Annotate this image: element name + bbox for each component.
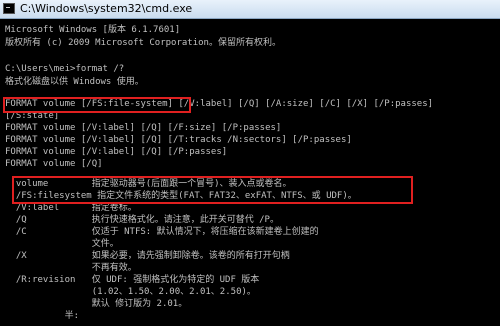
title-bar[interactable]: C:\Windows\system32\cmd.exe (0, 0, 500, 19)
console-output[interactable]: Microsoft Windows [版本 6.1.7601] 版权所有 (c)… (0, 19, 500, 326)
console-line: 文件。 (5, 239, 119, 249)
console-line: /V:label 指定卷标。 (5, 203, 137, 213)
console-line: 格式化磁盘以供 Windows 使用。 (5, 77, 144, 87)
console-line: FORMAT volume [/V:label] [/Q] [/T:tracks… (5, 135, 352, 145)
window-title: C:\Windows\system32\cmd.exe (20, 2, 193, 15)
console-line: /X 如果必要，请先强制卸除卷。该卷的所有打开句柄 (5, 251, 290, 261)
console-line: 半: (5, 311, 80, 321)
highlight-box-volume-fs (12, 176, 413, 204)
console-line: FORMAT volume [/V:label] [/Q] [/F:size] … (5, 123, 282, 133)
console-line: /C 仅适于 NTFS: 默认情况下，将压缩在该新建卷上创建的 (5, 227, 319, 237)
console-line: 版权所有 (c) 2009 Microsoft Corporation。保留所有… (5, 38, 281, 48)
console-line: 不再有效。 (5, 263, 137, 273)
console-line: FORMAT volume [/Q] (5, 159, 103, 169)
console-line: FORMAT volume [/V:label] [/Q] [/P:passes… (5, 147, 228, 157)
highlight-box-format-syntax (3, 97, 191, 113)
console-line: (1.02、1.50、2.00、2.01、2.50)。 (5, 287, 256, 297)
cmd-window: C:\Windows\system32\cmd.exe Microsoft Wi… (0, 0, 500, 326)
console-line: C:\Users\mei>format /? (5, 64, 125, 74)
cmd-icon (3, 3, 15, 14)
console-line: Microsoft Windows [版本 6.1.7601] (5, 25, 181, 35)
console-line: 默认 修订版为 2.01。 (5, 299, 188, 309)
console-line: /R:revision 仅 UDF: 强制格式化为特定的 UDF 版本 (5, 275, 260, 285)
console-line: /Q 执行快速格式化。请注意，此开关可替代 /P。 (5, 215, 279, 225)
